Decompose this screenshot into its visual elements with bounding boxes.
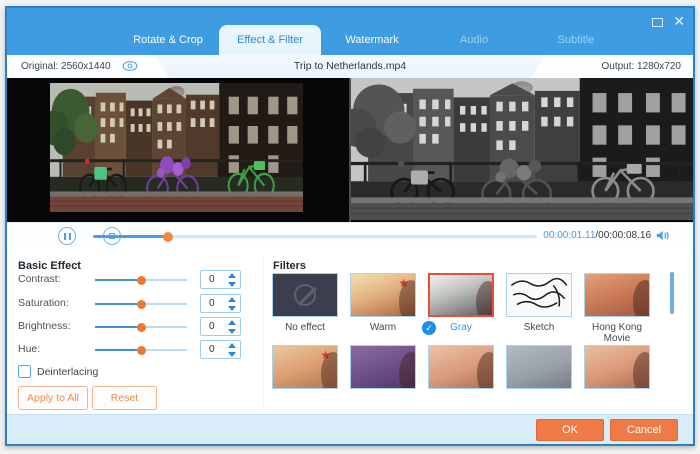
filter-thumb-row2-5[interactable] (584, 345, 650, 389)
maximize-icon[interactable] (652, 17, 664, 27)
deinterlacing-option: Deinterlacing (18, 365, 98, 378)
close-icon[interactable]: ✕ (673, 14, 685, 28)
output-resolution-label: Output: 1280x720 (601, 61, 681, 72)
filter-label-hong-kong-movie: Hong Kong Movie (591, 322, 643, 344)
hue-slider[interactable] (95, 345, 187, 355)
volume-icon[interactable] (656, 229, 671, 242)
contrast-value-input[interactable] (201, 271, 227, 288)
apply-to-all-button[interactable]: Apply to All (18, 386, 88, 410)
star-decoration-icon: ★ (320, 348, 331, 362)
pause-icon (64, 232, 71, 240)
hue-label: Hue: (18, 343, 41, 355)
info-bar: Original: 2560x1440 Trip to Netherlands.… (7, 55, 693, 78)
filters-scrollbar[interactable] (670, 272, 674, 314)
saturation-spinbox (200, 294, 241, 313)
contrast-slider-handle[interactable] (136, 275, 146, 285)
desktop: Rotate & Crop Effect & Filter Watermark … (0, 0, 700, 454)
brightness-slider[interactable] (95, 322, 187, 332)
filter-label-gray: ✓ Gray (422, 321, 494, 335)
seek-progress (93, 235, 169, 238)
brightness-up-arrow[interactable] (228, 320, 236, 325)
total-time: 00:00:08.16 (598, 230, 651, 241)
tab-rotate-crop[interactable]: Rotate & Crop (117, 25, 219, 55)
hue-slider-handle[interactable] (136, 345, 146, 355)
tab-audio[interactable]: Audio (423, 25, 525, 55)
filter-thumb-sketch[interactable] (506, 273, 572, 317)
seek-slider[interactable] (93, 231, 537, 242)
brightness-slider-handle[interactable] (136, 322, 146, 332)
hue-row: Hue: (7, 340, 257, 360)
filters-title: Filters (273, 260, 307, 272)
ok-button[interactable]: OK (536, 419, 604, 441)
hue-down-arrow[interactable] (228, 352, 236, 357)
cancel-button[interactable]: Cancel (610, 419, 678, 441)
tab-bar: Rotate & Crop Effect & Filter Watermark … (117, 25, 627, 55)
output-preview-grayscale (351, 78, 693, 222)
brightness-down-arrow[interactable] (228, 329, 236, 334)
contrast-up-arrow[interactable] (228, 273, 236, 278)
filter-thumb-no-effect[interactable] (272, 273, 338, 317)
reset-button[interactable]: Reset (92, 386, 157, 410)
filter-thumb-hong-kong-movie[interactable] (584, 273, 650, 317)
saturation-up-arrow[interactable] (228, 297, 236, 302)
filter-label-warm: Warm (369, 322, 397, 333)
contrast-row: Contrast: (7, 270, 257, 290)
hue-spinbox (200, 340, 241, 359)
filter-thumb-row2-4[interactable] (506, 345, 572, 389)
hue-up-arrow[interactable] (228, 343, 236, 348)
pause-button[interactable] (58, 227, 76, 245)
footer-bar: OK Cancel (7, 414, 693, 444)
brightness-spinbox (200, 317, 241, 336)
filter-label-sketch: Sketch (523, 322, 555, 333)
deinterlacing-checkbox[interactable] (18, 365, 31, 378)
saturation-value-input[interactable] (201, 295, 227, 312)
filter-thumb-row2-2[interactable] (350, 345, 416, 389)
filter-thumb-row2-3[interactable] (428, 345, 494, 389)
tab-effect-filter[interactable]: Effect & Filter (219, 25, 321, 55)
deinterlacing-label: Deinterlacing (37, 365, 99, 378)
brightness-row: Brightness: (7, 317, 257, 337)
video-preview-area (7, 78, 693, 222)
selected-check-icon: ✓ (422, 321, 436, 335)
seek-handle[interactable] (163, 231, 174, 242)
panel-divider (263, 256, 264, 406)
output-resolution-tab: Output: 1280x720 (531, 55, 693, 78)
filter-label-no-effect: No effect (285, 322, 325, 333)
saturation-row: Saturation: (7, 294, 257, 314)
contrast-label: Contrast: (18, 273, 61, 285)
tab-subtitle[interactable]: Subtitle (525, 25, 627, 55)
settings-panel: Basic Effect Contrast: Saturation: Brigh… (7, 248, 693, 414)
app-window: Rotate & Crop Effect & Filter Watermark … (5, 6, 695, 446)
original-preview (7, 78, 349, 222)
saturation-slider[interactable] (95, 299, 187, 309)
contrast-spinbox (200, 270, 241, 289)
contrast-slider[interactable] (95, 275, 187, 285)
no-effect-icon (294, 284, 316, 306)
playback-bar: 00:00:01.11/00:00:08.16 (7, 222, 693, 248)
saturation-label: Saturation: (18, 297, 69, 309)
contrast-down-arrow[interactable] (228, 282, 236, 287)
star-decoration-icon: ★ (398, 276, 409, 290)
brightness-value-input[interactable] (201, 318, 227, 335)
hue-value-input[interactable] (201, 341, 227, 358)
tab-watermark[interactable]: Watermark (321, 25, 423, 55)
filter-thumb-warm[interactable]: ★ (350, 273, 416, 317)
brightness-label: Brightness: (18, 320, 71, 332)
filter-thumb-row2-1[interactable]: ★ (272, 345, 338, 389)
time-display: 00:00:01.11/00:00:08.16 (543, 230, 651, 241)
current-time: 00:00:01.11 (543, 230, 596, 241)
title-bar: Rotate & Crop Effect & Filter Watermark … (7, 8, 693, 55)
saturation-slider-handle[interactable] (136, 299, 146, 309)
saturation-down-arrow[interactable] (228, 306, 236, 311)
filter-thumb-gray-selected[interactable] (428, 273, 494, 317)
